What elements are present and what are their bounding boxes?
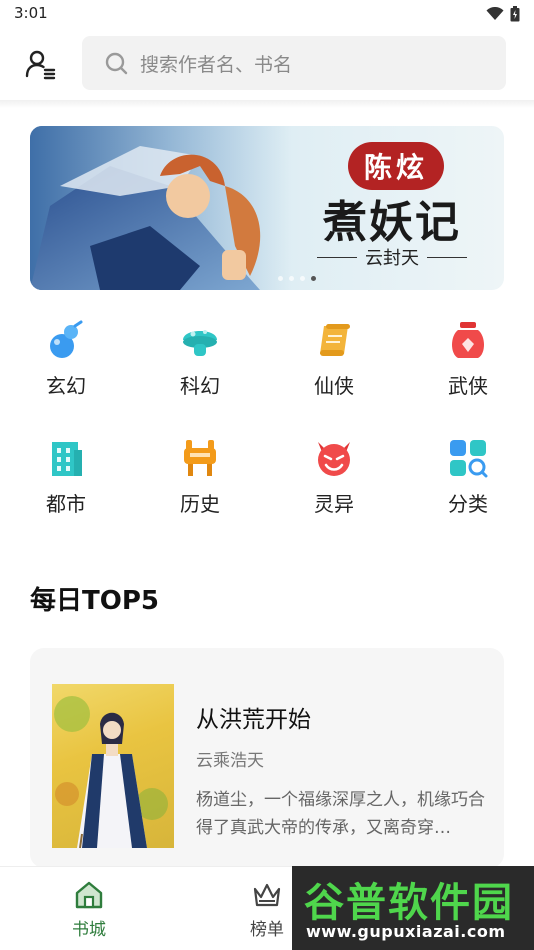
- category-label: 灵异: [314, 492, 354, 516]
- category-label: 武侠: [448, 374, 488, 398]
- battery-icon: [510, 6, 520, 22]
- scroll-icon: [320, 324, 350, 356]
- banner-author-name: 云封天: [365, 248, 419, 269]
- ding-vessel-icon: [184, 440, 216, 476]
- banner-pagination: [278, 276, 316, 281]
- book-title: 从洪荒开始: [196, 707, 311, 733]
- book-cover-artwork: [54, 696, 168, 848]
- devil-icon: [318, 442, 350, 476]
- header-divider: [0, 100, 534, 108]
- mushroom-icon: [183, 330, 217, 356]
- tab-label: 榜单: [250, 920, 284, 940]
- category-label: 科幻: [180, 374, 220, 398]
- category-item-kehuan[interactable]: 科幻: [150, 320, 250, 400]
- category-label: 分类: [448, 492, 488, 516]
- status-icons: [486, 6, 520, 22]
- banner-author-line-right: [427, 256, 467, 258]
- status-time: 3:01: [14, 4, 48, 22]
- book-author: 云乘浩天: [196, 751, 264, 771]
- category-item-xuanhuan[interactable]: 玄幻: [16, 320, 116, 400]
- category-label: 仙侠: [314, 374, 354, 398]
- gourd-icon: [50, 320, 83, 358]
- banner-artwork: [30, 126, 300, 290]
- header: 搜索作者名、书名: [0, 28, 534, 100]
- book-cover: [52, 684, 174, 848]
- tab-bookstore[interactable]: 书城: [44, 879, 134, 940]
- search-input[interactable]: 搜索作者名、书名: [82, 36, 506, 90]
- book-description: 杨道尘，一个福缘深厚之人，机缘巧合得了真武大帝的传承，又离奇穿…: [196, 790, 485, 838]
- category-item-lishi[interactable]: 历史: [150, 438, 250, 518]
- watermark-text: 谷普软件园: [304, 880, 514, 926]
- search-icon: [105, 52, 128, 75]
- category-item-dushi[interactable]: 都市: [16, 438, 116, 518]
- home-icon: [75, 881, 103, 909]
- watermark-logo: 谷普软件园 www.gupuxiazai.com: [292, 866, 534, 950]
- category-label: 历史: [180, 492, 220, 516]
- user-list-icon: [25, 50, 56, 80]
- banner-dot[interactable]: [300, 276, 305, 281]
- banner-dot[interactable]: [289, 276, 294, 281]
- wine-jar-icon: [452, 322, 484, 358]
- wifi-icon: [486, 7, 504, 20]
- category-label: 都市: [46, 492, 86, 516]
- banner-dot[interactable]: [278, 276, 283, 281]
- watermark-url: www.gupuxiazai.com: [306, 922, 506, 941]
- category-item-wuxia[interactable]: 武侠: [418, 320, 518, 400]
- building-icon: [52, 442, 82, 476]
- banner-seal: 陈炫: [348, 142, 444, 190]
- user-menu-button[interactable]: [22, 46, 58, 82]
- category-label: 玄幻: [46, 374, 86, 398]
- category-search-icon: [450, 440, 488, 478]
- crown-icon: [253, 883, 281, 907]
- category-item-fenlei[interactable]: 分类: [418, 438, 518, 518]
- banner-author: 云封天: [302, 244, 482, 270]
- section-title-daily-top: 每日TOP5: [30, 586, 159, 616]
- banner-author-line-left: [317, 256, 357, 258]
- tab-label: 书城: [72, 920, 106, 940]
- category-item-xianxia[interactable]: 仙侠: [284, 320, 384, 400]
- search-placeholder: 搜索作者名、书名: [140, 53, 293, 76]
- banner-title: 煮妖记: [323, 197, 461, 248]
- banner-carousel[interactable]: 陈炫 煮妖记 云封天: [30, 126, 504, 290]
- banner-dot[interactable]: [311, 276, 316, 281]
- category-item-lingyi[interactable]: 灵异: [284, 438, 384, 518]
- status-bar: 3:01: [0, 0, 534, 28]
- book-card[interactable]: 从洪荒开始 云乘浩天 杨道尘，一个福缘深厚之人，机缘巧合得了真武大帝的传承，又离…: [30, 648, 504, 868]
